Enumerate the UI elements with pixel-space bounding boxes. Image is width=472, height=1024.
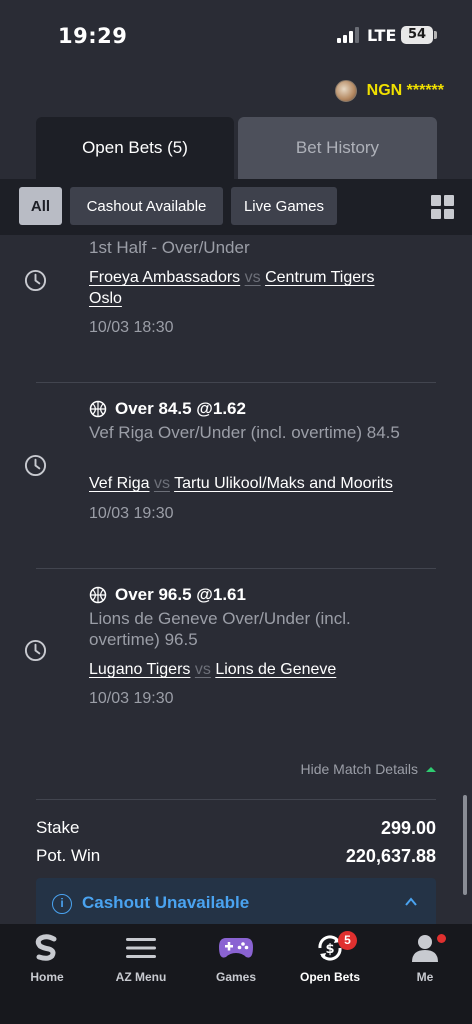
- nav-open-bets[interactable]: $ 5 Open Bets: [283, 930, 377, 990]
- bet-selection: Over 84.5 @1.62: [115, 399, 246, 418]
- vs-label: vs: [244, 269, 261, 286]
- nav-open-bets-label: Open Bets: [299, 970, 360, 984]
- tab-bet-history[interactable]: Bet History: [238, 117, 437, 179]
- nav-games[interactable]: Games: [189, 930, 283, 990]
- home-s-icon: [35, 934, 57, 961]
- bet-date: 10/03 19:30: [89, 690, 174, 707]
- nav-me-label: Me: [416, 970, 434, 984]
- avatar[interactable]: [334, 80, 357, 102]
- bet-date: 10/03 19:30: [89, 505, 174, 522]
- hide-details-label: Hide Match Details: [300, 761, 419, 777]
- info-icon: i: [52, 894, 72, 914]
- bet-market: Lions de Geneve Over/Under (incl. overti…: [89, 609, 351, 649]
- menu-icon: [126, 938, 156, 958]
- chevron-up-icon[interactable]: [404, 895, 418, 909]
- bet-match[interactable]: Froeya Ambassadors vs Centrum Tigers Osl…: [89, 267, 389, 309]
- divider: [36, 382, 436, 383]
- caret-up-icon: [426, 766, 436, 772]
- stake-value: 299.00: [380, 818, 436, 838]
- stake-row: Stake 299.00: [36, 818, 436, 839]
- pot-win-value: 220,637.88: [345, 846, 436, 866]
- vs-label: vs: [153, 475, 170, 492]
- team-home[interactable]: Lugano Tigers: [89, 661, 190, 678]
- nav-me[interactable]: Me: [378, 930, 472, 990]
- gamepad-icon: [219, 938, 253, 958]
- team-home[interactable]: Froeya Ambassadors: [89, 269, 240, 286]
- filter-all-button[interactable]: All: [19, 187, 62, 225]
- bet-title: Over 96.5 @1.61: [89, 585, 246, 605]
- user-icon: [412, 935, 438, 962]
- filter-cashout-button[interactable]: Cashout Available: [70, 187, 223, 225]
- grid-view-icon[interactable]: [431, 195, 455, 219]
- nav-az-menu[interactable]: AZ Menu: [94, 930, 188, 990]
- stake-label: Stake: [36, 818, 80, 837]
- divider: [36, 568, 436, 569]
- team-away[interactable]: Lions de Geneve: [215, 661, 336, 678]
- bet-match[interactable]: Lugano Tigers vs Lions de Geneve: [89, 659, 439, 680]
- bet-title: Over 84.5 @1.62: [89, 399, 246, 419]
- battery-tip: [434, 31, 437, 39]
- status-time: 19:29: [58, 24, 128, 48]
- scrollbar[interactable]: [463, 795, 467, 895]
- signal-icon: [337, 27, 359, 43]
- hide-match-details-button[interactable]: Hide Match Details: [300, 761, 436, 777]
- battery-icon: 54: [401, 26, 433, 44]
- bet-date: 10/03 18:30: [89, 319, 174, 336]
- bet-match[interactable]: Vef Riga vs Tartu Ulikool/Maks and Moori…: [89, 473, 439, 494]
- svg-text:$: $: [325, 942, 334, 957]
- open-bets-badge: 5: [338, 931, 357, 950]
- team-away[interactable]: Tartu Ulikool/Maks and Moorits: [174, 475, 393, 492]
- filter-bar: All Cashout Available Live Games: [0, 179, 472, 235]
- pot-win-label: Pot. Win: [36, 846, 101, 865]
- clock-icon: [24, 269, 47, 292]
- bet-selection: Over 96.5 @1.61: [115, 585, 246, 604]
- basketball-icon: [89, 400, 107, 418]
- network-label: LTE: [367, 26, 397, 45]
- bet-market: 1st Half - Over/Under: [89, 238, 250, 257]
- bet-market: Vef Riga Over/Under (incl. overtime) 84.…: [89, 423, 400, 442]
- bets-tabs: Open Bets (5) Bet History: [36, 117, 437, 179]
- tab-open-bets[interactable]: Open Bets (5): [36, 117, 234, 179]
- clock-icon: [24, 639, 47, 662]
- vs-label: vs: [194, 661, 211, 678]
- account-balance[interactable]: NGN ******: [334, 78, 444, 104]
- cashout-status: Cashout Unavailable: [82, 893, 250, 912]
- nav-az-menu-label: AZ Menu: [115, 970, 167, 984]
- pot-win-row: Pot. Win 220,637.88: [36, 846, 436, 867]
- nav-home-label: Home: [30, 970, 64, 984]
- balance-label: NGN ******: [366, 82, 444, 99]
- notification-dot: [437, 934, 446, 943]
- basketball-icon: [89, 586, 107, 604]
- divider: [36, 799, 436, 800]
- filter-live-button[interactable]: Live Games: [231, 187, 337, 225]
- nav-home[interactable]: Home: [0, 930, 94, 990]
- status-bar: 19:29 LTE 54: [0, 0, 472, 70]
- clock-icon: [24, 454, 47, 477]
- cashout-panel[interactable]: i Cashout Unavailable: [36, 878, 436, 924]
- bottom-nav: Home AZ Menu Games $ 5 Open Bets Me: [0, 924, 472, 1024]
- team-home[interactable]: Vef Riga: [89, 475, 149, 492]
- bet-details-list[interactable]: 1st Half - Over/Under Froeya Ambassadors…: [0, 235, 472, 924]
- nav-games-label: Games: [215, 970, 257, 984]
